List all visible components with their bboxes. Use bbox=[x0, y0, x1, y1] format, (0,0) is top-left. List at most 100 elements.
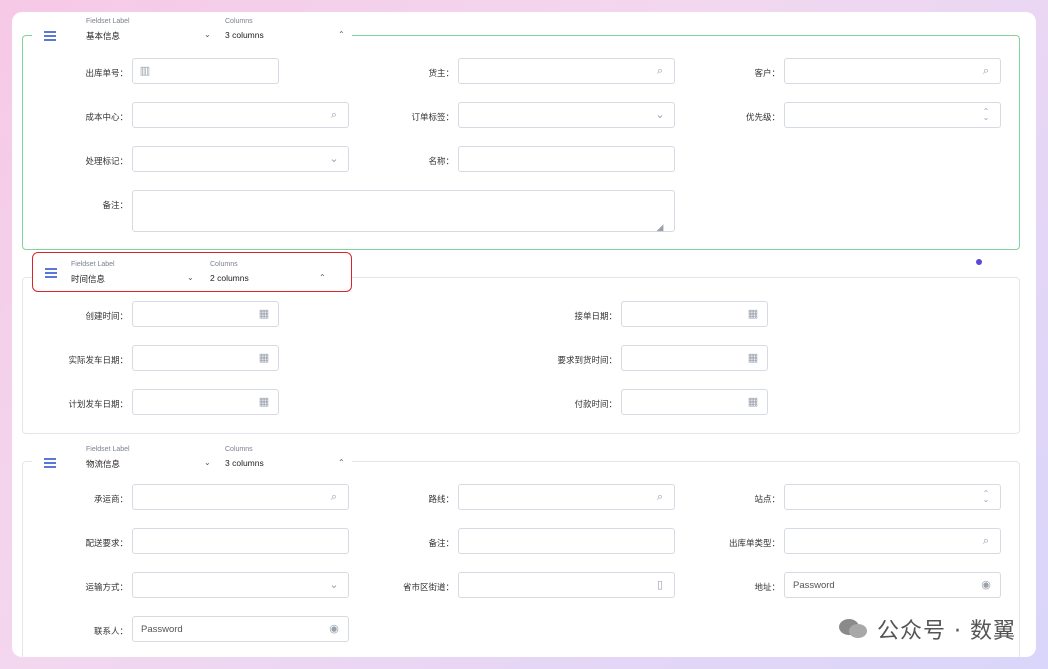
chevron-down-icon[interactable]: ⌄ bbox=[204, 458, 211, 467]
chevron-up-icon[interactable]: ⌃ bbox=[319, 273, 326, 282]
label-planned-ship: 计划发车日期： bbox=[68, 399, 128, 409]
form-canvas: Fieldset Label 基本信息 ⌄ Columns 3 columns … bbox=[12, 12, 1036, 657]
label-remark: 备注： bbox=[102, 200, 128, 210]
cost-center-input[interactable]: ⌕ bbox=[132, 102, 349, 128]
address-placeholder: Password bbox=[793, 580, 835, 591]
legend-caption-columns: Columns bbox=[210, 261, 238, 268]
required-arrival-input[interactable]: ▦ bbox=[621, 345, 768, 371]
legend-label: 物流信息 bbox=[86, 459, 121, 469]
legend-caption-label: Fieldset Label bbox=[86, 18, 130, 25]
calendar-icon[interactable]: ▦ bbox=[747, 396, 759, 408]
calendar-icon[interactable]: ▦ bbox=[747, 308, 759, 320]
label-handle-flag: 处理标记： bbox=[85, 156, 128, 166]
label-logistics-remark: 备注： bbox=[428, 538, 454, 548]
route-input[interactable]: ⌕ bbox=[458, 484, 675, 510]
region-input[interactable]: ▯ bbox=[458, 572, 675, 598]
chevron-down-icon[interactable]: ⌄ bbox=[654, 109, 666, 121]
eye-icon[interactable]: ◉ bbox=[328, 623, 340, 635]
address-input[interactable]: Password ◉ bbox=[784, 572, 1001, 598]
label-route: 路线： bbox=[428, 494, 454, 504]
pay-time-input[interactable]: ▦ bbox=[621, 389, 768, 415]
label-delivery-req: 配送要求： bbox=[85, 538, 128, 548]
label-order-tag: 订单标签： bbox=[411, 112, 454, 122]
calendar-icon[interactable]: ▦ bbox=[258, 352, 270, 364]
eye-icon[interactable]: ◉ bbox=[980, 579, 992, 591]
contact-placeholder: Password bbox=[141, 624, 183, 635]
created-date-input[interactable]: ▦ bbox=[132, 301, 279, 327]
barcode-icon: ▥ bbox=[139, 65, 151, 77]
label-customer: 客户： bbox=[754, 68, 780, 78]
received-date-input[interactable]: ▦ bbox=[621, 301, 768, 327]
chevron-down-icon[interactable]: ⌄ bbox=[204, 30, 211, 39]
label-cost-center: 成本中心： bbox=[85, 112, 128, 122]
drag-indicator-dot bbox=[976, 259, 982, 265]
delivery-req-input[interactable] bbox=[132, 528, 349, 554]
label-priority: 优先级： bbox=[745, 112, 780, 122]
stepper-icon[interactable]: ⌃ ⌄ bbox=[980, 108, 992, 122]
menu-icon[interactable] bbox=[44, 31, 56, 41]
carrier-input[interactable]: ⌕ bbox=[132, 484, 349, 510]
label-address: 地址： bbox=[754, 582, 780, 592]
label-owner: 货主： bbox=[428, 68, 454, 78]
label-pay-time: 付款时间： bbox=[574, 399, 617, 409]
menu-icon[interactable] bbox=[45, 268, 57, 278]
order-no-input[interactable]: ▥ bbox=[132, 58, 279, 84]
label-station: 站点： bbox=[754, 494, 780, 504]
label-actual-ship: 实际发车日期： bbox=[68, 355, 128, 365]
search-icon[interactable]: ⌕ bbox=[654, 65, 666, 77]
transport-select[interactable]: ⌄ bbox=[132, 572, 349, 598]
label-transport: 运输方式： bbox=[85, 582, 128, 592]
watermark-text: 公众号 · 数翼 bbox=[877, 619, 1016, 644]
wechat-icon bbox=[839, 619, 868, 638]
name-input[interactable] bbox=[458, 146, 675, 172]
calendar-icon[interactable]: ▦ bbox=[258, 308, 270, 320]
map-icon[interactable]: ▯ bbox=[654, 579, 666, 591]
chevron-up-icon[interactable]: ⌃ bbox=[338, 458, 345, 467]
chevron-down-icon[interactable]: ⌄ bbox=[328, 153, 340, 165]
fieldset-legend-time[interactable]: Fieldset Label 时间信息 ⌄ Columns 2 columns … bbox=[32, 252, 352, 292]
legend-caption-columns: Columns bbox=[225, 18, 253, 25]
contact-input[interactable]: Password ◉ bbox=[132, 616, 349, 642]
search-icon[interactable]: ⌕ bbox=[980, 535, 992, 547]
legend-label: 基本信息 bbox=[86, 31, 121, 41]
search-icon[interactable]: ⌕ bbox=[980, 65, 992, 77]
label-order-type: 出库单类型： bbox=[728, 538, 780, 548]
calendar-icon[interactable]: ▦ bbox=[258, 396, 270, 408]
logistics-remark-input[interactable] bbox=[458, 528, 675, 554]
watermark: 公众号 · 数翼 bbox=[839, 613, 1016, 645]
legend-caption-label: Fieldset Label bbox=[71, 261, 115, 268]
search-icon[interactable]: ⌕ bbox=[328, 109, 340, 121]
legend-caption-label: Fieldset Label bbox=[86, 446, 130, 453]
remark-textarea[interactable]: ◢ bbox=[132, 190, 675, 232]
legend-columns: 3 columns bbox=[225, 30, 264, 40]
handle-flag-select[interactable]: ⌄ bbox=[132, 146, 349, 172]
label-order-no: 出库单号： bbox=[85, 68, 128, 78]
resize-handle-icon[interactable]: ◢ bbox=[654, 221, 666, 233]
station-stepper[interactable]: ⌃ ⌄ bbox=[784, 484, 1001, 510]
label-region: 省市区街道： bbox=[402, 582, 454, 592]
planned-ship-date-input[interactable]: ▦ bbox=[132, 389, 279, 415]
label-contact: 联系人： bbox=[93, 626, 128, 636]
chevron-up-icon[interactable]: ⌃ bbox=[338, 30, 345, 39]
chevron-down-icon[interactable]: ⌄ bbox=[328, 579, 340, 591]
legend-caption-columns: Columns bbox=[225, 446, 253, 453]
fieldset-legend-logistics[interactable]: Fieldset Label 物流信息 ⌄ Columns 3 columns … bbox=[32, 443, 352, 483]
search-icon[interactable]: ⌕ bbox=[654, 491, 666, 503]
label-created: 创建时间： bbox=[85, 311, 128, 321]
calendar-icon[interactable]: ▦ bbox=[747, 352, 759, 364]
order-type-input[interactable]: ⌕ bbox=[784, 528, 1001, 554]
legend-label: 时间信息 bbox=[71, 274, 106, 284]
label-received: 接单日期： bbox=[574, 311, 617, 321]
actual-ship-date-input[interactable]: ▦ bbox=[132, 345, 279, 371]
priority-stepper[interactable]: ⌃ ⌄ bbox=[784, 102, 1001, 128]
order-tag-select[interactable]: ⌄ bbox=[458, 102, 675, 128]
stepper-icon[interactable]: ⌃ ⌄ bbox=[980, 490, 992, 504]
label-name: 名称： bbox=[428, 156, 454, 166]
chevron-down-icon[interactable]: ⌄ bbox=[187, 273, 194, 282]
fieldset-legend-basic[interactable]: Fieldset Label 基本信息 ⌄ Columns 3 columns … bbox=[32, 16, 352, 56]
menu-icon[interactable] bbox=[44, 458, 56, 468]
customer-input[interactable]: ⌕ bbox=[784, 58, 1001, 84]
search-icon[interactable]: ⌕ bbox=[328, 491, 340, 503]
owner-input[interactable]: ⌕ bbox=[458, 58, 675, 84]
legend-columns: 2 columns bbox=[210, 273, 249, 283]
